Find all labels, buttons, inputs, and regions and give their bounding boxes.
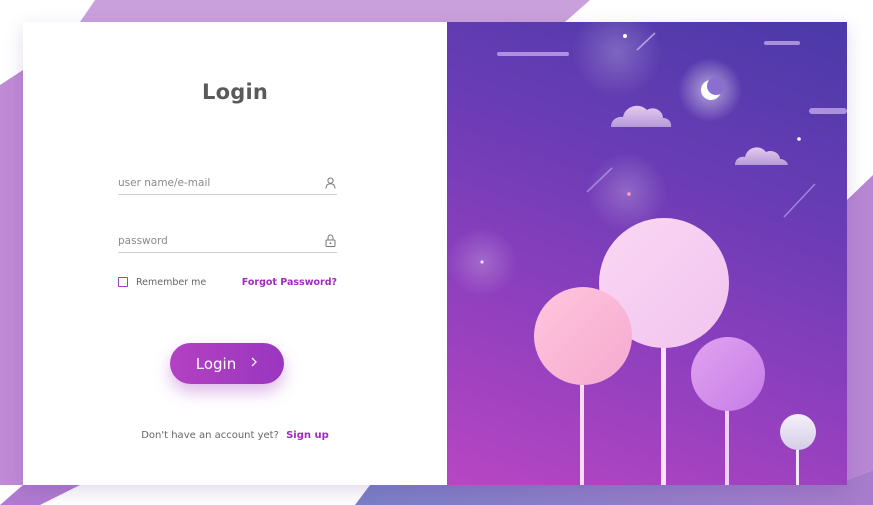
tree-pink	[534, 287, 632, 485]
password-field	[118, 229, 337, 253]
cloud	[735, 147, 788, 165]
remember-me-checkbox[interactable]	[118, 277, 128, 287]
user-icon	[323, 176, 337, 190]
login-card: Login user name/e-mail Remember me Forgo…	[23, 22, 847, 485]
login-button[interactable]: Login	[170, 343, 284, 384]
signup-row: Don't have an account yet? Sign up	[23, 430, 447, 441]
remember-row: Remember me Forgot Password?	[118, 275, 337, 289]
tree-violet	[691, 337, 765, 485]
star	[623, 34, 627, 38]
username-input[interactable]	[118, 171, 319, 194]
signup-prompt: Don't have an account yet?	[141, 430, 279, 441]
night-scene-illustration	[447, 22, 847, 485]
remember-me-option[interactable]: Remember me	[118, 277, 206, 288]
login-screen: Login user name/e-mail Remember me Forgo…	[0, 0, 873, 505]
cloud	[611, 105, 672, 127]
password-input[interactable]	[118, 229, 319, 252]
star	[627, 192, 631, 196]
username-field	[118, 171, 337, 195]
login-button-label: Login	[195, 354, 237, 373]
light-streak	[809, 108, 847, 114]
login-form-panel: Login user name/e-mail Remember me Forgo…	[23, 22, 447, 485]
page-title: Login	[202, 80, 268, 104]
signup-link[interactable]: Sign up	[286, 430, 329, 441]
lock-icon	[323, 234, 337, 248]
sky-glow	[572, 22, 662, 97]
illustration-panel	[447, 22, 847, 485]
tree-small	[780, 414, 816, 485]
remember-me-label: Remember me	[136, 276, 207, 288]
forgot-password-link[interactable]: Forgot Password?	[242, 277, 337, 288]
light-streak	[764, 41, 800, 45]
star	[480, 260, 484, 264]
light-streak	[497, 52, 569, 56]
shooting-star	[783, 183, 816, 218]
chevron-right-icon	[250, 357, 258, 370]
star	[797, 137, 801, 141]
